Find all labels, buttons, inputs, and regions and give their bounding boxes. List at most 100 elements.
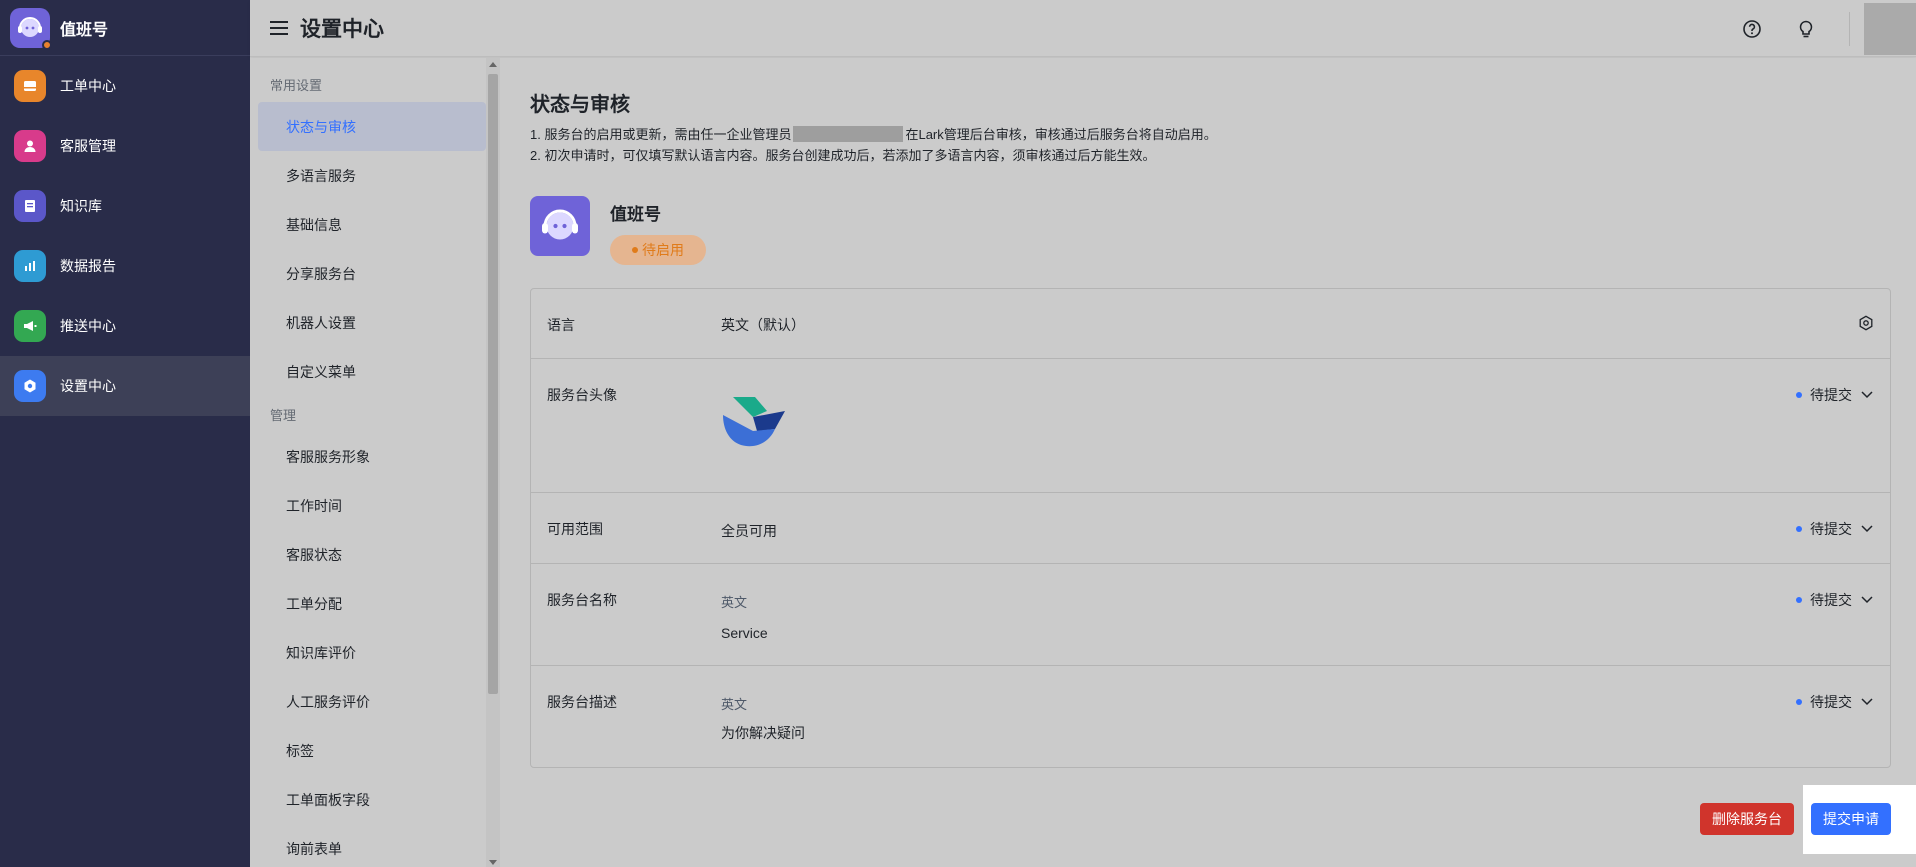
bar-chart-icon: [14, 250, 46, 282]
note-1: 1. 服务台的启用或更新，需由任一企业管理员 在Lark管理后台审核，审核通过后服…: [530, 124, 1217, 145]
desk-logo-icon: [530, 196, 590, 256]
gear-icon[interactable]: [1858, 315, 1874, 334]
row-avatar: 服务台头像 待提交: [531, 359, 1890, 493]
settings-item-pre-chat-form[interactable]: 询前表单: [258, 824, 486, 867]
language-tag: 英文: [721, 697, 748, 712]
row-desk-name: 服务台名称 英文 Service 待提交: [531, 564, 1890, 666]
notification-dot: [42, 39, 52, 50]
desk-summary: 值班号 待启用: [530, 196, 706, 265]
help-icon[interactable]: [1741, 18, 1763, 40]
row-value: 全员可用: [721, 523, 777, 539]
status-text: 待提交: [1810, 694, 1852, 710]
submit-application-button[interactable]: 提交申请: [1811, 803, 1891, 835]
row-status[interactable]: 待提交: [1796, 692, 1874, 712]
settings-item-custom-menu[interactable]: 自定义菜单: [258, 347, 486, 396]
nav-item-label: 工单中心: [60, 78, 116, 94]
header-divider: [1849, 11, 1850, 46]
lightbulb-icon[interactable]: [1795, 18, 1817, 40]
nav-item-label: 数据报告: [60, 258, 116, 274]
megaphone-icon: [14, 310, 46, 342]
app-brand[interactable]: 值班号: [0, 0, 250, 56]
settings-item-ticket-fields[interactable]: 工单面板字段: [258, 775, 486, 824]
row-value: 为你解决疑问: [721, 725, 805, 741]
settings-item-work-hours[interactable]: 工作时间: [258, 481, 486, 530]
settings-item-service-rating[interactable]: 人工服务评价: [258, 677, 486, 726]
instructions: 1. 服务台的启用或更新，需由任一企业管理员 在Lark管理后台审核，审核通过后服…: [530, 124, 1217, 166]
chevron-down-icon: [1860, 593, 1874, 607]
submit-highlight: 提交申请: [1803, 785, 1916, 854]
settings-item-tags[interactable]: 标签: [258, 726, 486, 775]
chevron-down-icon: [1860, 522, 1874, 536]
settings-icon: [14, 370, 46, 402]
settings-item-ticket-assign[interactable]: 工单分配: [258, 579, 486, 628]
scroll-down-icon[interactable]: [489, 860, 497, 865]
settings-table: 语言 英文（默认） 服务台头像 待提交 可用范围 全员可用 待提交 服务台名称: [530, 288, 1891, 768]
nav-item-agents[interactable]: 客服管理: [0, 116, 250, 176]
scrollbar-thumb[interactable]: [488, 74, 498, 694]
language-tag: 英文: [721, 595, 748, 610]
main-content: 状态与审核 1. 服务台的启用或更新，需由任一企业管理员 在Lark管理后台审核，…: [500, 58, 1916, 867]
row-language: 语言 英文（默认）: [531, 289, 1890, 359]
row-label: 服务台描述: [547, 694, 617, 710]
status-badge: 待启用: [610, 235, 706, 265]
row-status[interactable]: 待提交: [1796, 519, 1874, 539]
note-2: 2. 初次申请时，可仅填写默认语言内容。服务台创建成功后，若添加了多语言内容，须…: [530, 148, 1156, 163]
section-label-common: 常用设置: [270, 77, 323, 93]
nav-item-push[interactable]: 推送中心: [0, 296, 250, 356]
scroll-up-icon[interactable]: [489, 62, 497, 67]
book-icon: [14, 190, 46, 222]
settings-item-kb-rating[interactable]: 知识库评价: [258, 628, 486, 677]
settings-item-agent-status[interactable]: 客服状态: [258, 530, 486, 579]
scrollbar[interactable]: [486, 58, 500, 867]
row-value-block: 英文 为你解决疑问: [721, 694, 805, 743]
row-desk-description: 服务台描述 英文 为你解决疑问 待提交: [531, 666, 1890, 767]
user-avatar[interactable]: [1864, 2, 1916, 55]
chevron-down-icon: [1860, 695, 1874, 709]
row-value-block: 英文 Service: [721, 592, 768, 641]
nav-item-tickets[interactable]: 工单中心: [0, 56, 250, 116]
desk-name: 值班号: [610, 205, 661, 224]
nav-item-knowledge[interactable]: 知识库: [0, 176, 250, 236]
note-1-text-end: 在Lark管理后台审核，审核通过后服务台将自动启用。: [905, 127, 1217, 142]
delete-desk-button[interactable]: 删除服务台: [1700, 803, 1794, 835]
row-status[interactable]: 待提交: [1796, 385, 1874, 405]
section-label-manage: 管理: [270, 407, 297, 423]
row-label: 可用范围: [547, 521, 603, 537]
settings-item-basic-info[interactable]: 基础信息: [258, 200, 486, 249]
row-value: 英文（默认）: [721, 317, 805, 333]
section-title: 状态与审核: [530, 94, 630, 116]
status-badge-label: 待启用: [642, 242, 684, 258]
app-sidebar: 值班号 工单中心 客服管理 知识库 数据报告 推送中心 设置中心: [0, 0, 250, 867]
inbox-icon: [14, 70, 46, 102]
redacted-admin: [793, 126, 904, 142]
settings-item-agent-image[interactable]: 客服服务形象: [258, 432, 486, 481]
top-header: 设置中心: [250, 0, 1916, 57]
app-logo-icon: [10, 7, 52, 50]
row-label: 服务台头像: [547, 387, 617, 403]
nav-item-settings[interactable]: 设置中心: [0, 356, 250, 416]
page-title: 设置中心: [300, 18, 384, 41]
chevron-down-icon: [1860, 388, 1874, 402]
settings-item-status-review[interactable]: 状态与审核: [258, 102, 486, 151]
nav-item-reports[interactable]: 数据报告: [0, 236, 250, 296]
row-label: 语言: [547, 317, 575, 333]
row-value: Service: [721, 625, 768, 641]
settings-item-share-desk[interactable]: 分享服务台: [258, 249, 486, 298]
nav-item-label: 设置中心: [60, 378, 116, 394]
desk-avatar-image: [721, 395, 787, 452]
menu-icon[interactable]: [270, 21, 288, 35]
settings-item-multilanguage[interactable]: 多语言服务: [258, 151, 486, 200]
note-1-text: 1. 服务台的启用或更新，需由任一企业管理员: [530, 127, 792, 142]
nav-item-label: 客服管理: [60, 138, 116, 154]
status-text: 待提交: [1810, 387, 1852, 403]
status-text: 待提交: [1810, 592, 1852, 608]
nav-item-label: 推送中心: [60, 318, 116, 334]
app-name: 值班号: [60, 21, 109, 39]
user-icon: [14, 130, 46, 162]
settings-item-bot-settings[interactable]: 机器人设置: [258, 298, 486, 347]
settings-sidebar: 常用设置 状态与审核 多语言服务 基础信息 分享服务台 机器人设置 自定义菜单 …: [250, 58, 500, 867]
row-scope: 可用范围 全员可用 待提交: [531, 493, 1890, 564]
row-status[interactable]: 待提交: [1796, 590, 1874, 610]
row-label: 服务台名称: [547, 592, 617, 608]
status-text: 待提交: [1810, 521, 1852, 537]
